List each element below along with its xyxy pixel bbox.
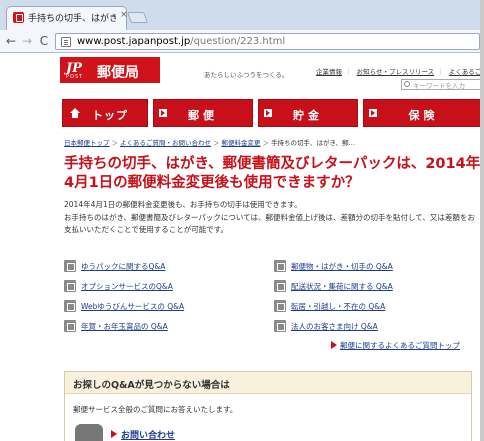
reload-button[interactable]: C: [37, 34, 51, 48]
breadcrumb-current: 手持ちの切手、はがき、郵…: [271, 139, 356, 147]
tagline: あたらしいふつうをつくる。: [204, 71, 289, 79]
answer-line-1: 2014年4月1日の郵便料金変更後も、お手持ちの切手は使用できます。: [64, 200, 302, 209]
breadcrumb-rate-change[interactable]: 郵便料金変更: [222, 139, 261, 147]
window-edge: [480, 0, 484, 441]
back-button[interactable]: ←: [4, 34, 18, 48]
nav-savings-button[interactable]: 貯金: [258, 99, 358, 127]
web-icon: [64, 300, 76, 312]
site-header: JP POST 郵便局 あたらしいふつうをつくる。 企業情報｜ お知らせ・プレス…: [52, 53, 484, 93]
search-input[interactable]: キーワードを入力: [401, 79, 484, 90]
address-bar[interactable]: www.post.japanpost.jp/question/223.html: [55, 33, 480, 50]
logo-name: 郵便局: [97, 65, 139, 81]
web-page: JP POST 郵便局 あたらしいふつうをつくる。 企業情報｜ お知らせ・プレス…: [0, 53, 484, 441]
stamp-icon: [274, 260, 286, 272]
arrow-right-icon: [331, 341, 337, 349]
header-link-news[interactable]: お知らせ・プレスリリース: [357, 68, 435, 76]
breadcrumb: 日本郵便トップ＞よくあるご質問・お問い合わせ＞郵便料金変更＞手持ちの切手、はがき…: [64, 139, 356, 147]
faq-top-link[interactable]: 郵便に関するよくあるご質問トップ: [340, 340, 460, 351]
contact-label: お問い合わせ: [121, 431, 176, 441]
tab-strip: 手持ちの切手、はがき、郵 ×: [0, 0, 484, 30]
house-icon: [274, 300, 286, 312]
header-link-faq[interactable]: よくあるご質問（Q: [449, 68, 484, 76]
help-title: お探しのQ&Aが見つからない場合は: [73, 380, 230, 391]
nav-mail-label: 郵便: [188, 109, 218, 122]
telephone-icon: [75, 424, 103, 441]
question-title: 手持ちの切手、はがき、郵便書簡及びレターパックは、2014年4月1日の郵便料金変…: [64, 156, 481, 191]
nav-insurance-button[interactable]: 保険: [363, 99, 484, 127]
tab-title: 手持ちの切手、はがき、郵: [28, 14, 116, 24]
help-text: 郵便サービス全般のご質問にお答えいたします。: [73, 405, 238, 414]
page-icon: [61, 37, 71, 47]
url-text: www.post.japanpost.jp/question/223.html: [77, 36, 286, 47]
forward-button[interactable]: →: [20, 34, 34, 48]
help-box: お探しのQ&Aが見つからない場合は 郵便サービス全般のご質問にお答えいたします。…: [64, 371, 472, 441]
global-navigation: トップ 郵便 貯金 保険: [62, 99, 484, 127]
building-icon: [274, 320, 286, 332]
site-logo[interactable]: JP POST 郵便局: [60, 57, 160, 83]
nav-savings-label: 貯金: [293, 109, 323, 122]
logo-post-text: POST: [66, 74, 84, 80]
contact-link[interactable]: お問い合わせ: [75, 424, 235, 441]
new-tab-button[interactable]: [126, 12, 149, 23]
nav-top-button[interactable]: トップ: [62, 99, 148, 127]
arrow-right-icon: [111, 430, 117, 438]
search-icon: [404, 81, 410, 87]
browser-toolbar: ← → C www.post.japanpost.jp/question/223…: [0, 30, 484, 53]
header-link-corporate[interactable]: 企業情報: [316, 68, 342, 76]
answer-line-2: お手持ちのはがき、郵便書簡及びレターパックについては、郵便料金値上げ後は、差額分…: [64, 212, 475, 235]
truck-icon: [274, 280, 286, 292]
nav-insurance-label: 保険: [408, 109, 439, 122]
nav-top-label: トップ: [92, 109, 128, 122]
browser-tab[interactable]: 手持ちの切手、はがき、郵 ×: [6, 6, 128, 30]
search-placeholder: キーワードを入力: [413, 82, 465, 90]
new-year-card-icon: [64, 320, 76, 332]
tab-close-icon[interactable]: ×: [120, 10, 128, 20]
package-icon: [64, 260, 76, 272]
breadcrumb-home[interactable]: 日本郵便トップ: [64, 139, 110, 147]
breadcrumb-faq[interactable]: よくあるご質問・お問い合わせ: [120, 139, 211, 147]
nav-mail-button[interactable]: 郵便: [153, 99, 253, 127]
options-icon: [64, 280, 76, 292]
jp-post-favicon-icon: [13, 12, 24, 23]
help-box-header: お探しのQ&Aが見つからない場合は: [65, 372, 471, 394]
answer-text: 2014年4月1日の郵便料金変更後も、お手持ちの切手は使用できます。 お手持ちの…: [64, 199, 478, 237]
header-links: 企業情報｜ お知らせ・プレスリリース｜ よくあるご質問（Q: [316, 66, 484, 76]
